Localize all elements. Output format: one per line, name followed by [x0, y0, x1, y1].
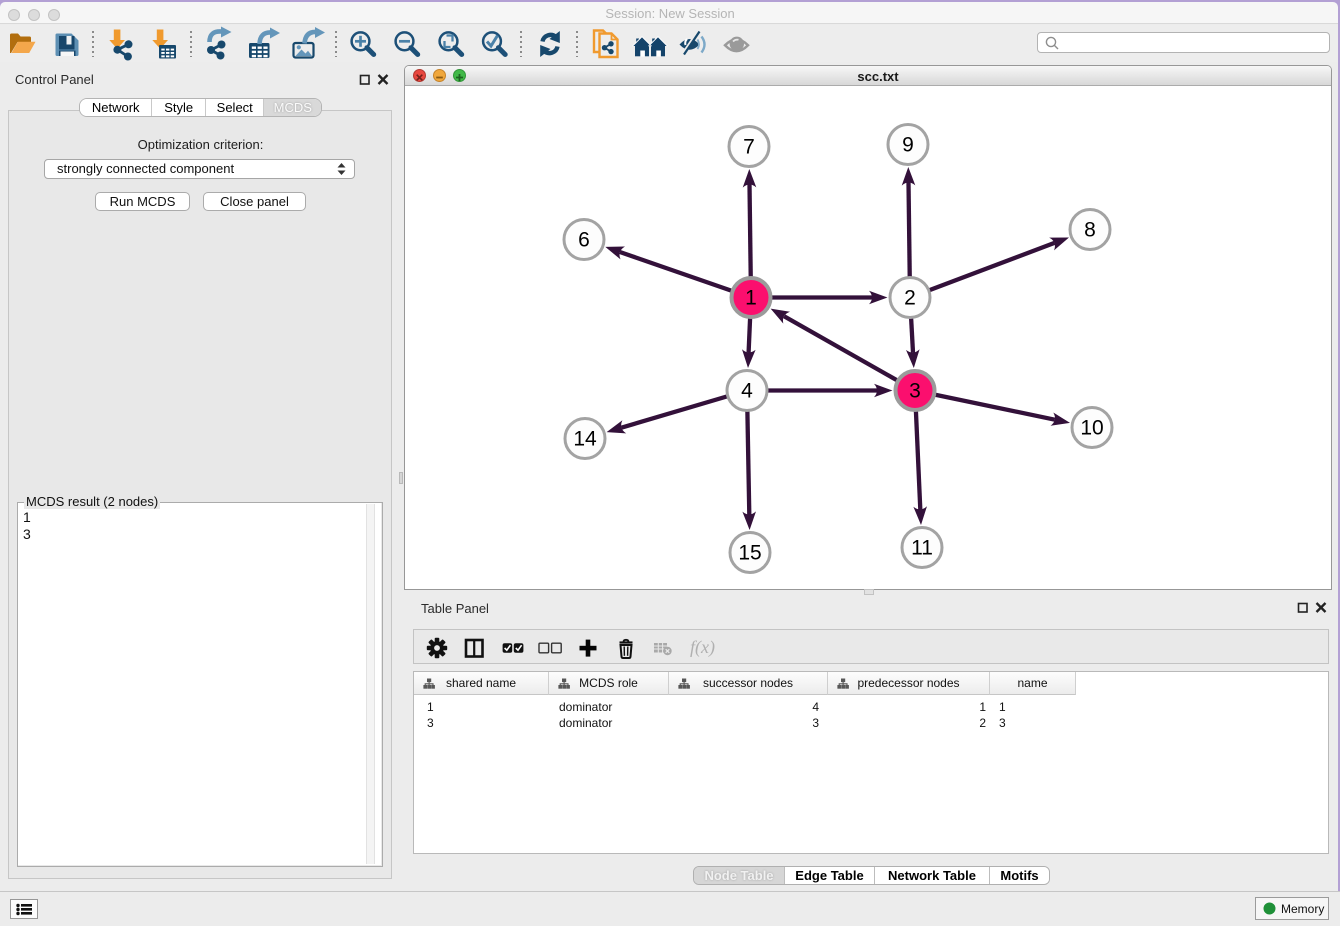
svg-text:8: 8	[1084, 219, 1096, 242]
svg-text:10: 10	[1080, 417, 1103, 440]
svg-text:14: 14	[573, 428, 597, 451]
svg-text:1: 1	[745, 287, 757, 310]
svg-text:11: 11	[911, 537, 933, 560]
svg-text:3: 3	[909, 380, 921, 403]
svg-text:15: 15	[738, 542, 761, 565]
svg-text:9: 9	[902, 134, 914, 157]
svg-text:6: 6	[578, 229, 590, 252]
svg-text:4: 4	[741, 380, 753, 403]
svg-text:7: 7	[743, 136, 755, 159]
svg-text:2: 2	[904, 287, 916, 310]
